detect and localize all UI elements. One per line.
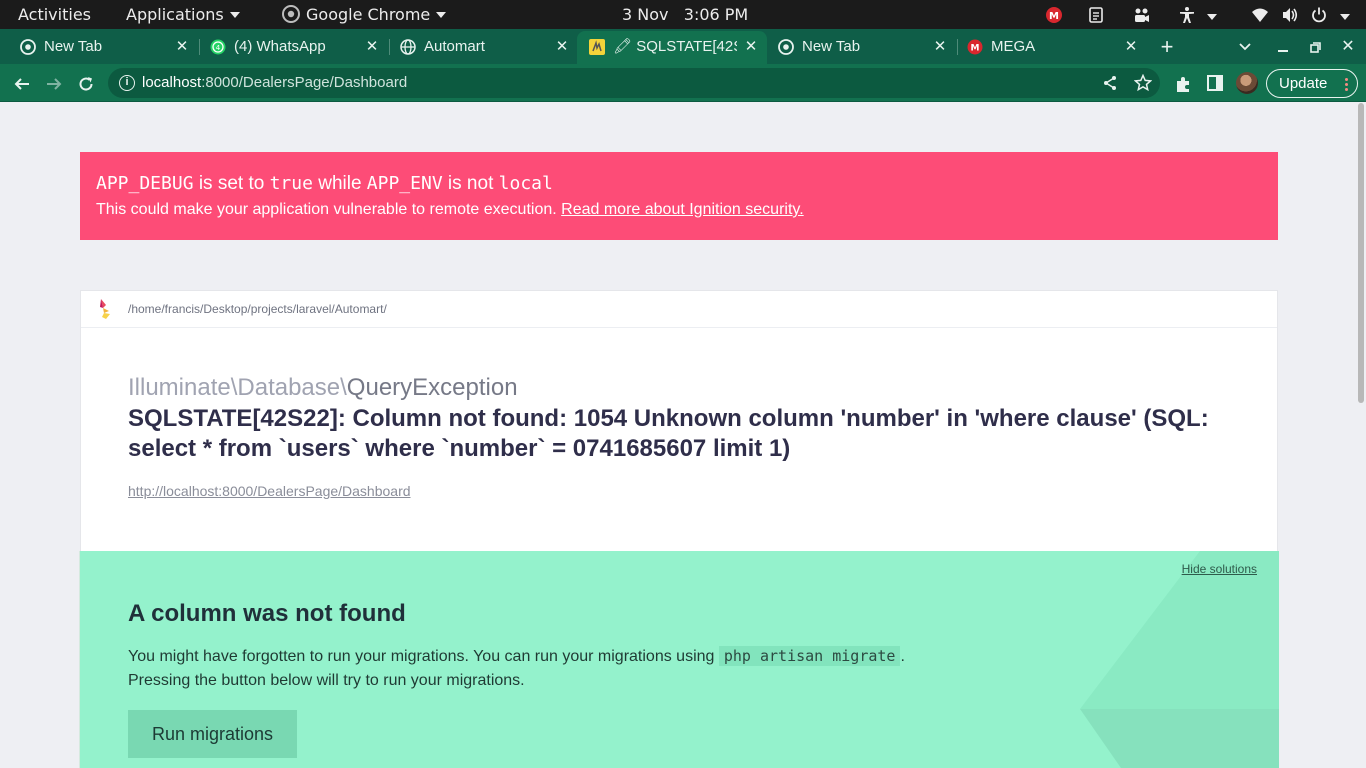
tab-new-tab-2[interactable]: New Tab ✕ xyxy=(766,31,956,64)
debug-warning-banner: APP_DEBUG is set to true while APP_ENV i… xyxy=(80,152,1278,240)
chrome-icon xyxy=(778,39,794,55)
tab-title: New Tab xyxy=(802,38,861,55)
page-viewport: APP_DEBUG is set to true while APP_ENV i… xyxy=(0,103,1356,768)
address-bar[interactable]: i localhost:8000/DealersPage/Dashboard xyxy=(108,68,1160,98)
warning-detail: This could make your application vulnera… xyxy=(96,201,804,218)
reload-icon xyxy=(79,77,93,91)
star-icon[interactable] xyxy=(1134,74,1152,92)
solution-panel: Hide solutions A column was not found Yo… xyxy=(79,551,1279,768)
ignition-icon xyxy=(589,39,605,55)
svg-text:M: M xyxy=(971,44,980,54)
clock[interactable]: 3 Nov 3:06 PM xyxy=(622,0,748,29)
accessibility-icon[interactable] xyxy=(1178,6,1196,24)
arrow-left-icon xyxy=(14,78,29,90)
new-tab-button[interactable]: + xyxy=(1155,31,1179,62)
close-icon[interactable]: ✕ xyxy=(174,31,190,62)
wifi-icon[interactable] xyxy=(1251,6,1269,24)
hide-solutions-link[interactable]: Hide solutions xyxy=(1182,562,1257,576)
request-url-link[interactable]: http://localhost:8000/DealersPage/Dashbo… xyxy=(128,483,411,499)
back-button[interactable] xyxy=(9,70,35,96)
system-top-bar: Activities Applications Google Chrome 3 … xyxy=(0,0,1366,29)
tab-title: New Tab xyxy=(44,38,103,55)
menu-dots-icon xyxy=(1345,78,1348,91)
chrome-icon xyxy=(282,5,300,23)
chevron-down-icon[interactable] xyxy=(1340,14,1350,20)
power-icon[interactable] xyxy=(1310,6,1328,24)
ignition-security-link[interactable]: Read more about Ignition security. xyxy=(561,201,804,218)
volume-icon[interactable] xyxy=(1281,6,1299,24)
extensions-icon[interactable] xyxy=(1174,75,1192,93)
close-icon[interactable]: ✕ xyxy=(932,31,948,62)
app-menu-chrome[interactable]: Google Chrome xyxy=(282,0,447,29)
chevron-down-icon xyxy=(436,11,447,18)
close-icon[interactable]: ✕ xyxy=(743,31,759,62)
tab-automart[interactable]: Automart ✕ xyxy=(380,31,578,64)
close-window-button[interactable]: ✕ xyxy=(1336,31,1360,62)
tab-title: (4) WhatsApp xyxy=(234,38,326,55)
chevron-down-icon[interactable] xyxy=(1207,14,1217,20)
scrollbar-thumb[interactable] xyxy=(1358,103,1364,403)
chrome-icon xyxy=(20,39,36,55)
info-icon[interactable]: i xyxy=(119,75,135,91)
maximize-icon xyxy=(1309,41,1321,53)
chevron-down-icon xyxy=(1239,43,1251,51)
tab-title: Automart xyxy=(424,38,485,55)
solution-title: A column was not found xyxy=(128,600,406,627)
tab-new-tab-1[interactable]: New Tab ✕ xyxy=(0,31,198,64)
run-migrations-button[interactable]: Run migrations xyxy=(128,710,297,758)
ignition-logo-icon xyxy=(100,299,110,319)
mega-icon: M xyxy=(967,39,983,55)
warning-headline: APP_DEBUG is set to true while APP_ENV i… xyxy=(96,173,553,194)
mega-tray-icon[interactable]: M xyxy=(1045,6,1063,24)
exception-class: Illuminate\Database\QueryException xyxy=(128,374,518,401)
exception-message: SQLSTATE[42S22]: Column not found: 1054 … xyxy=(128,405,1209,462)
whatsapp-icon: 4 xyxy=(210,39,226,55)
tab-mega[interactable]: M MEGA ✕ xyxy=(955,31,1147,64)
side-panel-icon[interactable] xyxy=(1207,75,1223,91)
project-path-bar: /home/francis/Desktop/projects/laravel/A… xyxy=(81,291,1277,328)
page-scrollbar[interactable] xyxy=(1356,103,1366,768)
close-icon[interactable]: ✕ xyxy=(364,31,380,62)
avatar[interactable] xyxy=(1236,72,1258,94)
svg-text:4: 4 xyxy=(216,44,221,52)
solution-description: You might have forgotten to run your mig… xyxy=(128,646,905,689)
tab-whatsapp[interactable]: 4 (4) WhatsApp ✕ xyxy=(190,31,388,64)
arrow-right-icon xyxy=(47,78,62,90)
share-icon[interactable] xyxy=(1102,75,1118,91)
video-call-icon[interactable] xyxy=(1133,6,1151,24)
tab-strip: New Tab ✕ 4 (4) WhatsApp ✕ Automart ✕ 🖍 … xyxy=(0,29,1366,64)
reload-button[interactable] xyxy=(73,70,99,96)
maximize-button[interactable] xyxy=(1303,31,1327,62)
tab-search-button[interactable] xyxy=(1233,31,1257,62)
tab-title: MEGA xyxy=(991,38,1036,55)
tab-sqlstate[interactable]: 🖍 SQLSTATE[42S22] ✕ xyxy=(577,31,767,64)
applications-menu[interactable]: Applications xyxy=(126,0,240,29)
project-path: /home/francis/Desktop/projects/laravel/A… xyxy=(128,302,387,316)
forward-button[interactable] xyxy=(41,70,67,96)
migrate-command: php artisan migrate xyxy=(718,646,901,666)
close-icon[interactable]: ✕ xyxy=(1123,31,1139,62)
minimize-button[interactable] xyxy=(1271,31,1295,62)
chevron-down-icon xyxy=(229,11,240,18)
url-text[interactable]: localhost:8000/DealersPage/Dashboard xyxy=(142,68,407,98)
close-icon[interactable]: ✕ xyxy=(554,31,570,62)
svg-text:M: M xyxy=(1049,11,1059,22)
globe-icon xyxy=(400,39,416,55)
exception-card: /home/francis/Desktop/projects/laravel/A… xyxy=(80,290,1278,552)
update-button[interactable]: Update xyxy=(1266,69,1358,98)
decorative-shapes xyxy=(1080,551,1279,768)
clipboard-icon[interactable] xyxy=(1087,6,1105,24)
browser-toolbar: i localhost:8000/DealersPage/Dashboard U… xyxy=(0,64,1366,102)
tab-title: 🖍 SQLSTATE[42S22] xyxy=(613,38,737,55)
activities-button[interactable]: Activities xyxy=(18,0,91,29)
minimize-icon xyxy=(1278,50,1288,53)
